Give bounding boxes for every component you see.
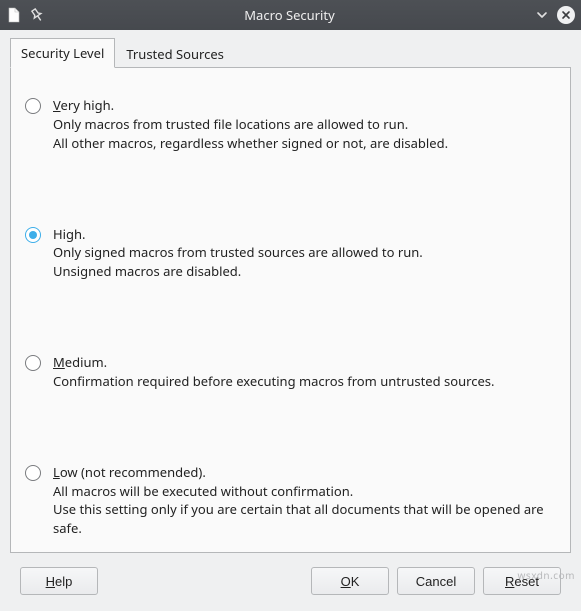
tab-bar: Security Level Trusted Sources <box>10 40 571 68</box>
option-medium-title: Medium. <box>53 353 495 372</box>
pin-icon[interactable] <box>30 8 44 22</box>
option-low-desc2: Use this setting only if you are certain… <box>53 500 556 538</box>
security-level-panel: Very high. Only macros from trusted file… <box>10 68 571 553</box>
option-low[interactable]: Low (not recommended). All macros will b… <box>25 463 556 538</box>
window-title: Macro Security <box>44 6 535 24</box>
chevron-down-icon[interactable] <box>535 8 549 22</box>
option-high-title: High. <box>53 225 423 244</box>
watermark: wsxdn.com <box>518 568 575 582</box>
ok-button[interactable]: OK <box>311 567 389 595</box>
option-very-high-desc1: Only macros from trusted file locations … <box>53 115 448 134</box>
close-icon[interactable] <box>557 6 575 24</box>
radio-medium[interactable] <box>25 355 41 371</box>
help-button[interactable]: Help <box>20 567 98 595</box>
option-low-title: Low (not recommended). <box>53 463 556 482</box>
option-high-desc2: Unsigned macros are disabled. <box>53 262 423 281</box>
option-very-high-title: Very high. <box>53 96 448 115</box>
option-low-desc1: All macros will be executed without conf… <box>53 482 556 501</box>
option-high-desc1: Only signed macros from trusted sources … <box>53 243 423 262</box>
tab-trusted-sources[interactable]: Trusted Sources <box>115 39 235 68</box>
option-high[interactable]: High. Only signed macros from trusted so… <box>25 225 556 282</box>
dialog-button-row: Help OK Cancel Reset <box>10 553 571 611</box>
tab-security-level[interactable]: Security Level <box>10 38 115 68</box>
radio-high[interactable] <box>25 227 41 243</box>
option-very-high[interactable]: Very high. Only macros from trusted file… <box>25 96 556 153</box>
cancel-button[interactable]: Cancel <box>397 567 475 595</box>
document-icon <box>6 7 22 23</box>
option-medium-desc1: Confirmation required before executing m… <box>53 372 495 391</box>
titlebar: Macro Security <box>0 0 581 30</box>
option-medium[interactable]: Medium. Confirmation required before exe… <box>25 353 556 391</box>
option-very-high-desc2: All other macros, regardless whether sig… <box>53 134 448 153</box>
radio-low[interactable] <box>25 465 41 481</box>
radio-very-high[interactable] <box>25 98 41 114</box>
